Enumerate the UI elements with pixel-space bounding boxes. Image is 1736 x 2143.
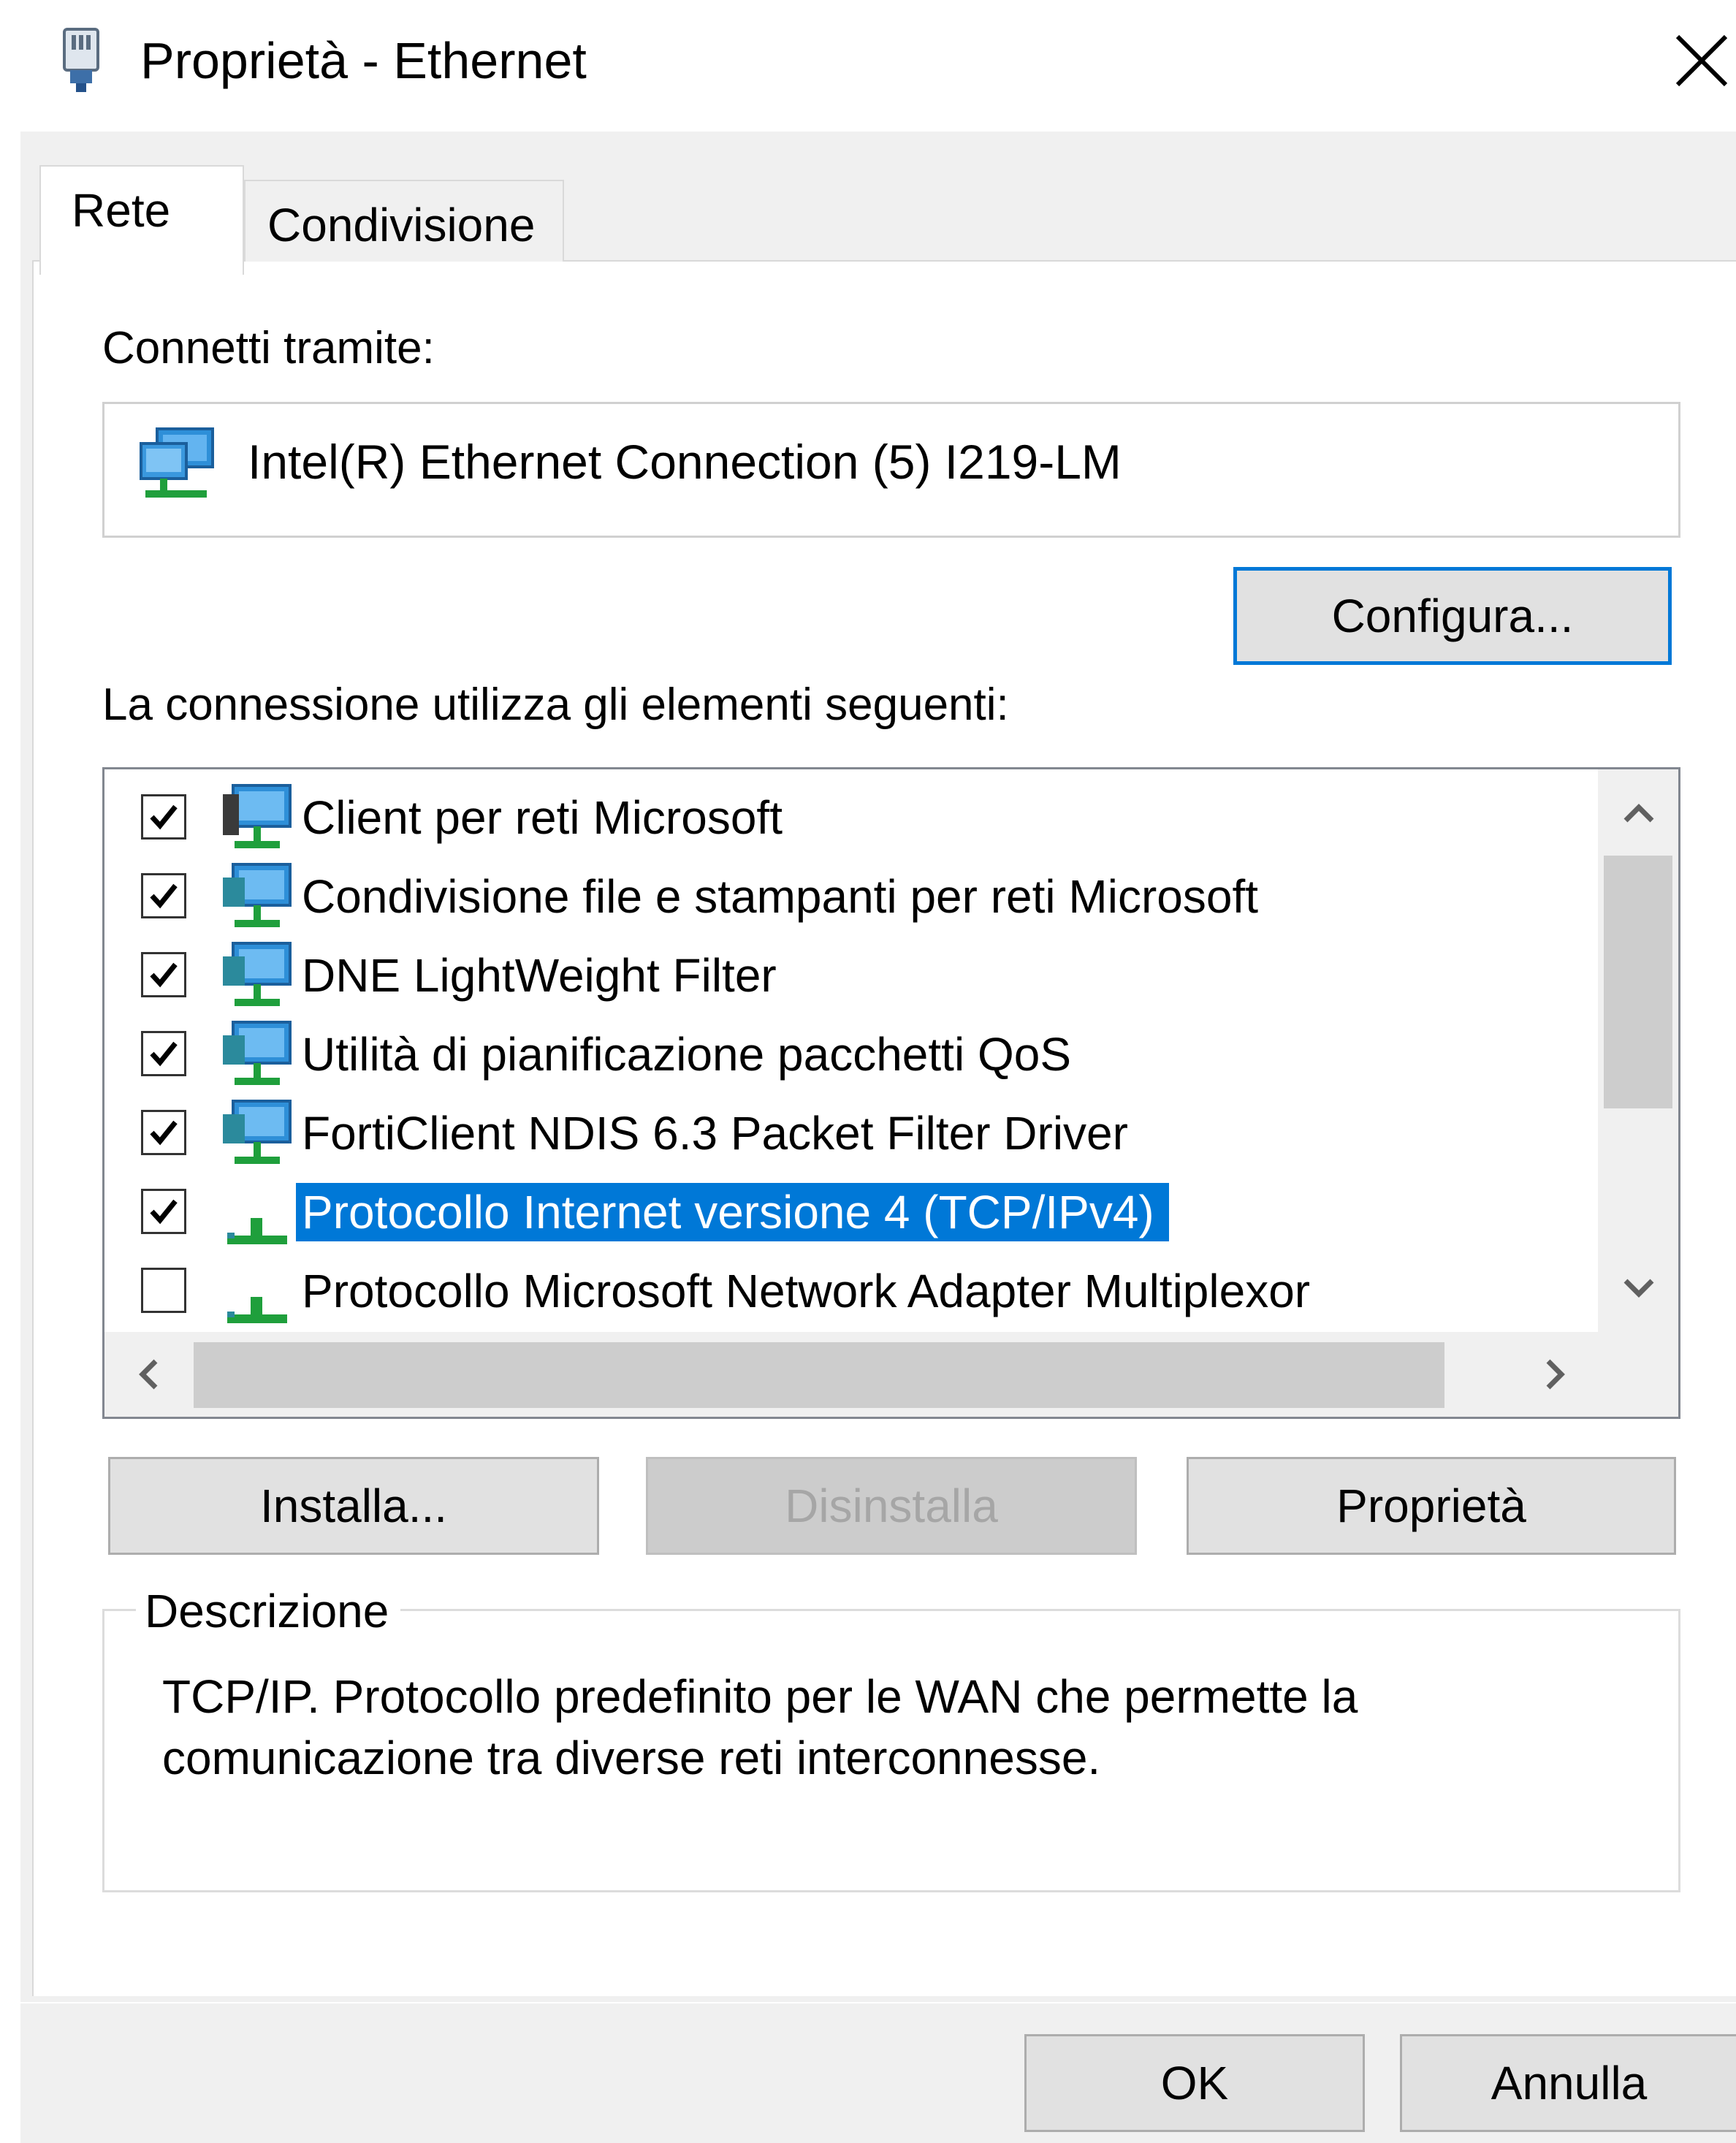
item-label: Utilità di pianificazione pacchetti QoS	[302, 1028, 1071, 1081]
description-legend: Descrizione	[136, 1584, 401, 1638]
list-item-selected[interactable]: Protocollo Internet versione 4 (TCP/IPv4…	[104, 1173, 1595, 1252]
check-icon	[150, 1199, 178, 1225]
vertical-scrollbar[interactable]	[1598, 769, 1678, 1332]
network-protocol-icon	[227, 1297, 287, 1323]
network-service-icon	[223, 1100, 292, 1164]
tab-label: Condivisione	[267, 199, 536, 251]
description-text: TCP/IP. Protocollo predefinito per le WA…	[162, 1670, 1358, 1784]
install-button[interactable]: Installa...	[108, 1457, 599, 1555]
item-label: FortiClient NDIS 6.3 Packet Filter Drive…	[302, 1107, 1128, 1160]
window-title: Proprietà - Ethernet	[140, 32, 587, 89]
chevron-right-icon[interactable]	[1534, 1352, 1577, 1396]
ethernet-plug-icon	[63, 28, 99, 92]
check-icon	[150, 804, 178, 830]
list-item[interactable]: FortiClient NDIS 6.3 Packet Filter Drive…	[104, 1094, 1595, 1173]
item-label: Protocollo Internet versione 4 (TCP/IPv4…	[296, 1183, 1169, 1241]
item-label: Protocollo Microsoft Network Adapter Mul…	[302, 1265, 1311, 1317]
item-checkbox[interactable]	[141, 1189, 186, 1234]
properties-dialog: Proprietà - Ethernet Condivisione Rete C…	[0, 0, 1736, 2143]
item-checkbox[interactable]	[141, 873, 186, 918]
network-adapter-icon	[140, 427, 214, 498]
chevron-up-icon[interactable]	[1617, 791, 1661, 835]
network-service-icon	[223, 863, 292, 927]
item-label: DNE LightWeight Filter	[302, 949, 777, 1002]
check-icon	[150, 1041, 178, 1067]
item-checkbox[interactable]	[141, 1268, 186, 1313]
tab-rete[interactable]: Rete	[39, 165, 244, 275]
adapter-name: Intel(R) Ethernet Connection (5) I219-LM	[248, 435, 1122, 489]
item-label: Condivisione file e stampanti per reti M…	[302, 870, 1258, 923]
item-checkbox[interactable]	[141, 952, 186, 997]
close-icon[interactable]	[1667, 26, 1736, 95]
horizontal-scrollbar[interactable]	[104, 1332, 1678, 1417]
list-item[interactable]: DNE LightWeight Filter	[104, 936, 1595, 1015]
network-client-icon	[223, 784, 292, 848]
list-item[interactable]: Client per reti Microsoft	[104, 778, 1595, 857]
adapter-field: Intel(R) Ethernet Connection (5) I219-LM	[102, 402, 1680, 538]
cancel-button[interactable]: Annulla	[1400, 2034, 1736, 2132]
chevron-down-icon[interactable]	[1617, 1266, 1661, 1310]
network-protocol-icon	[227, 1218, 287, 1244]
configure-button[interactable]: Configura...	[1233, 567, 1672, 665]
list-item[interactable]: Utilità di pianificazione pacchetti QoS	[104, 1015, 1595, 1094]
tab-label: Rete	[72, 184, 171, 237]
check-icon	[150, 1120, 178, 1146]
components-label: La connessione utilizza gli elementi seg…	[102, 680, 1009, 730]
chevron-left-icon[interactable]	[126, 1352, 170, 1396]
uninstall-button[interactable]: Disinstalla	[646, 1457, 1137, 1555]
ok-button[interactable]: OK	[1024, 2034, 1365, 2132]
item-checkbox[interactable]	[141, 1110, 186, 1155]
tab-condivisione[interactable]: Condivisione	[244, 180, 564, 262]
check-icon	[150, 883, 178, 909]
check-icon	[150, 962, 178, 988]
list-item[interactable]: Protocollo Microsoft Network Adapter Mul…	[104, 1252, 1595, 1331]
title-bar[interactable]: Proprietà - Ethernet	[0, 0, 1736, 129]
network-service-icon	[223, 1021, 292, 1085]
connect-via-label: Connetti tramite:	[102, 323, 435, 373]
properties-button[interactable]: Proprietà	[1187, 1457, 1676, 1555]
components-list[interactable]: Client per reti Microsoft Condivisione f…	[102, 767, 1680, 1419]
item-checkbox[interactable]	[141, 1031, 186, 1076]
item-label: Client per reti Microsoft	[302, 791, 783, 844]
network-service-icon	[223, 942, 292, 1006]
list-item[interactable]: Condivisione file e stampanti per reti M…	[104, 857, 1595, 936]
horizontal-scroll-thumb[interactable]	[194, 1342, 1444, 1408]
vertical-scroll-thumb[interactable]	[1604, 856, 1672, 1108]
item-checkbox[interactable]	[141, 794, 186, 840]
